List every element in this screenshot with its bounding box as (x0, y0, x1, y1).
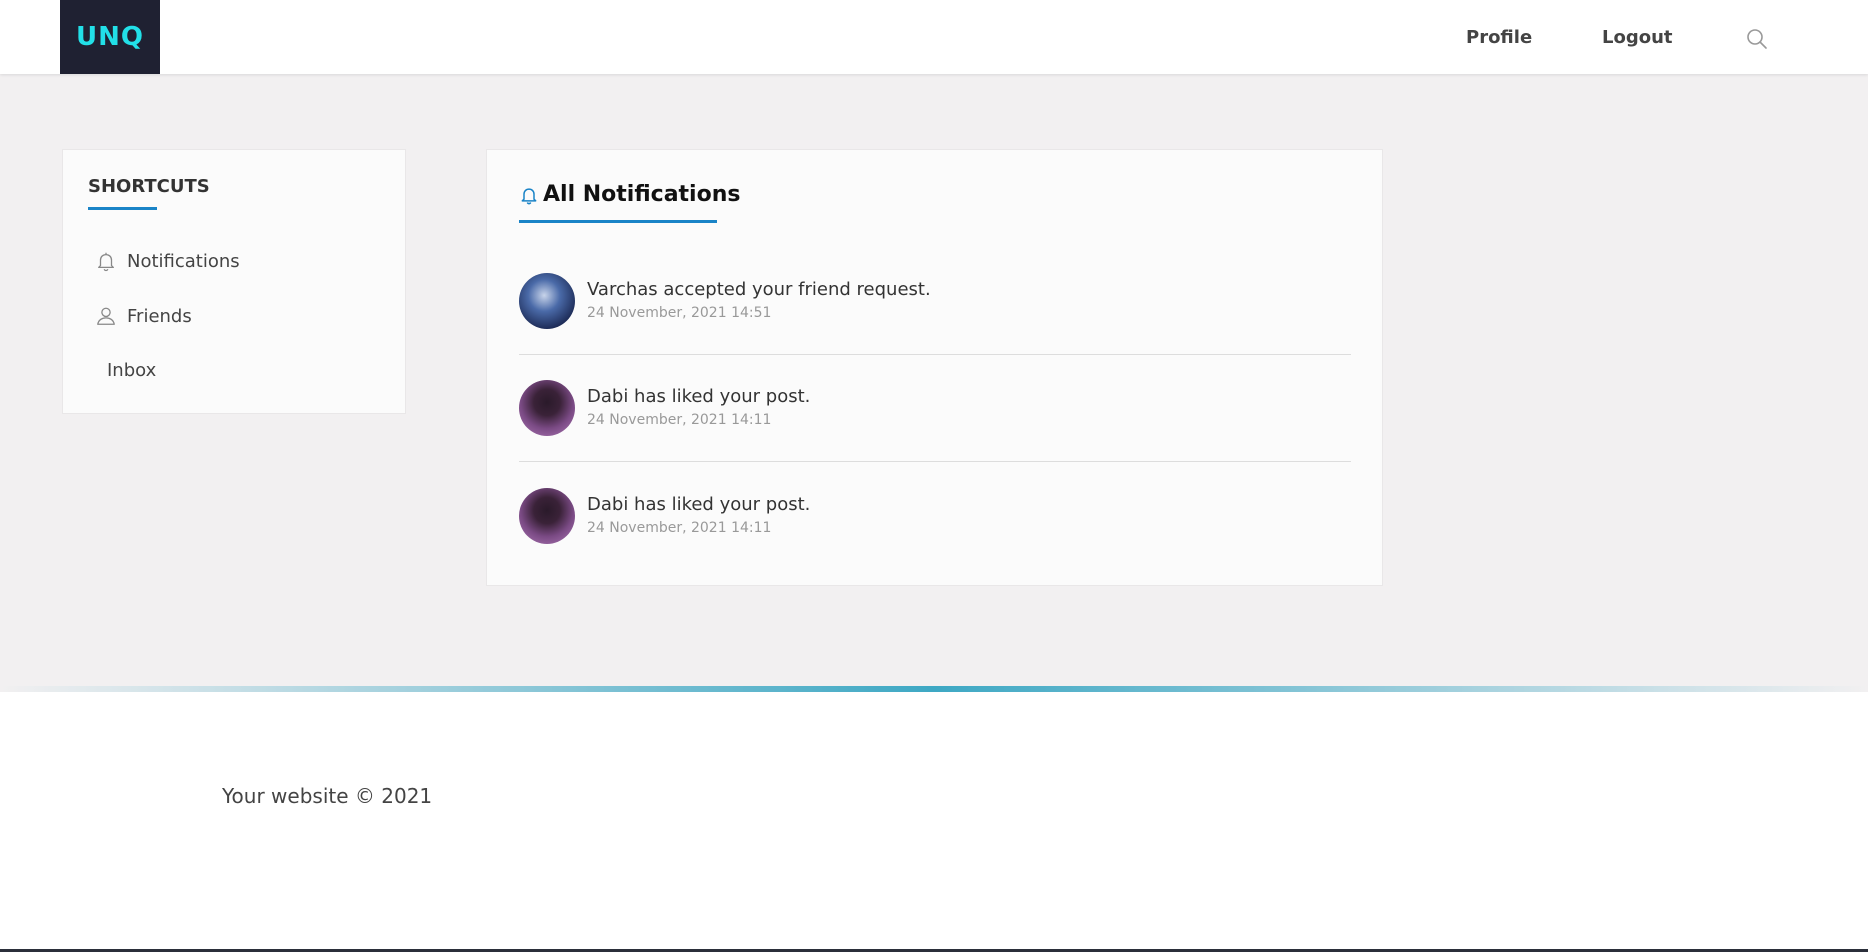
logo-text: UNQ (76, 22, 144, 52)
panel-heading: All Notifications (519, 182, 740, 207)
avatar[interactable] (519, 487, 575, 544)
notification-body: Dabi has liked your post. 24 November, 2… (587, 493, 810, 539)
sidebar-item-friends[interactable]: Friends (95, 305, 192, 327)
notification-body: Dabi has liked your post. 24 November, 2… (587, 385, 810, 431)
notification-item[interactable]: Dabi has liked your post. 24 November, 2… (519, 462, 1351, 569)
sidebar-item-label: Notifications (127, 250, 240, 272)
sidebar-item-inbox[interactable]: Inbox (107, 360, 156, 381)
notification-body: Varchas accepted your friend request. 24… (587, 278, 931, 324)
notification-text: Dabi has liked your post. (587, 493, 811, 515)
sidebar-item-label: Inbox (107, 360, 157, 381)
avatar[interactable] (519, 380, 575, 436)
avatar[interactable] (519, 273, 575, 329)
bell-icon (98, 252, 114, 272)
user-icon (97, 307, 115, 325)
nav-logout-link[interactable]: Logout (1602, 27, 1673, 48)
notification-item[interactable]: Dabi has liked your post. 24 November, 2… (519, 355, 1351, 462)
search-icon[interactable] (1745, 27, 1769, 51)
notification-item[interactable]: Varchas accepted your friend request. 24… (519, 248, 1351, 355)
bell-icon (521, 187, 537, 204)
site-logo[interactable]: UNQ (60, 0, 160, 74)
sidebar-title: SHORTCUTS (88, 176, 210, 197)
sidebar-item-notifications[interactable]: Notifications (95, 250, 240, 272)
top-navbar: UNQ Profile Logout (0, 0, 1868, 74)
sidebar-title-underline (88, 207, 157, 210)
notification-time: 24 November, 2021 14:51 (587, 305, 772, 321)
notifications-panel: All Notifications Varchas accepted your … (486, 149, 1383, 586)
nav-profile-link[interactable]: Profile (1466, 27, 1532, 48)
panel-title-underline (519, 220, 717, 223)
notification-text: Dabi has liked your post. (587, 386, 811, 407)
sidebar-item-label: Friends (127, 305, 192, 327)
panel-title: All Notifications (543, 182, 741, 207)
footer-copyright: Your website © 2021 (222, 784, 433, 808)
notification-text: Varchas accepted your friend request. (587, 279, 931, 300)
shortcuts-sidebar: SHORTCUTS Notifications Friends Inbox (62, 149, 406, 414)
notification-time: 24 November, 2021 14:11 (587, 412, 772, 428)
notification-time: 24 November, 2021 14:11 (587, 519, 772, 536)
footer: Your website © 2021 (0, 692, 1868, 950)
